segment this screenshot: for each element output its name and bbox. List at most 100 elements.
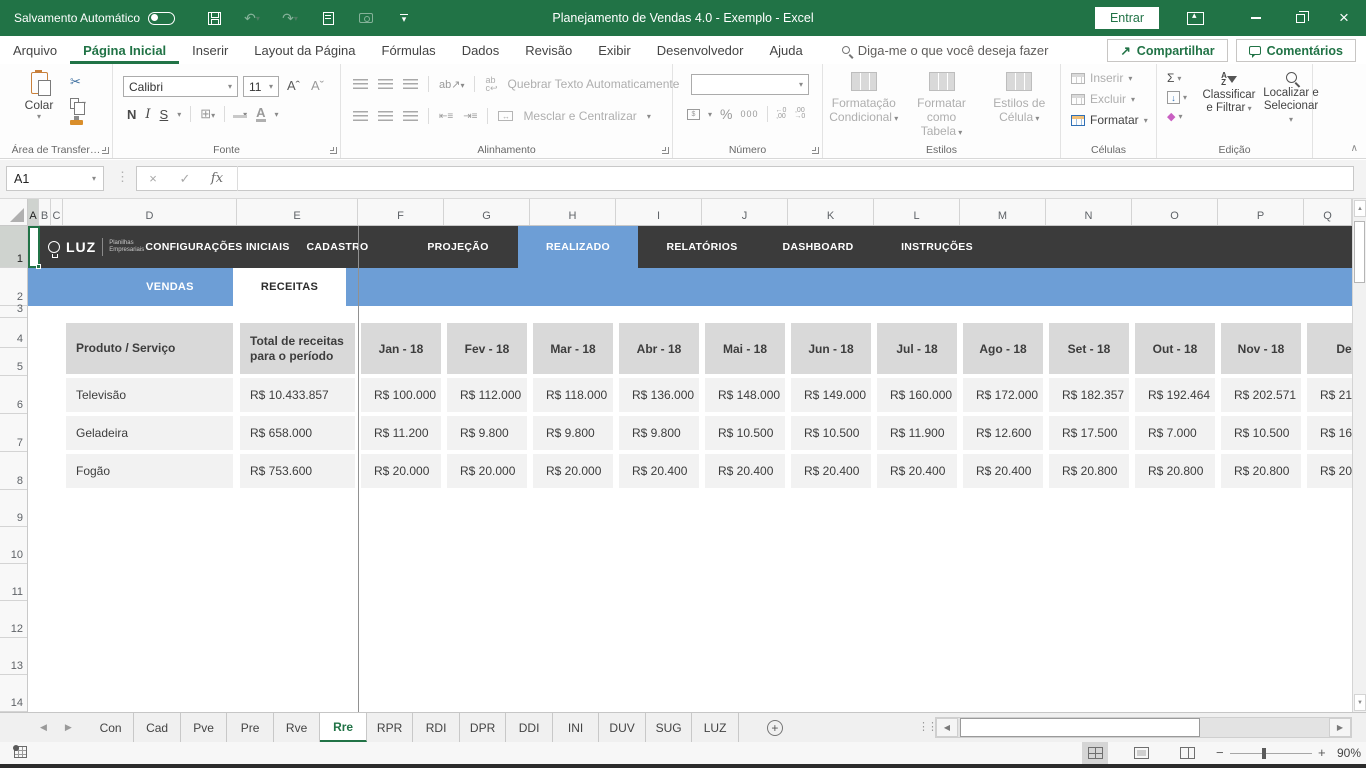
tab-arquivo[interactable]: Arquivo (0, 36, 70, 64)
cell-value[interactable]: R$ 9.800 (533, 416, 613, 450)
header-produto-servico[interactable]: Produto / Serviço (66, 323, 233, 374)
cell-value[interactable]: R$ 100.000 (361, 378, 441, 412)
macro-record-icon[interactable] (14, 746, 27, 758)
decrease-indent-icon[interactable]: ⇤≡ (439, 111, 453, 122)
sheet-nav-left-icon[interactable]: ◀ (40, 722, 47, 733)
tabbar-splitter[interactable]: ⋮⋮ (918, 720, 936, 733)
autosave-control[interactable]: Salvamento Automático (14, 0, 175, 36)
cell-total[interactable]: R$ 10.433.857 (240, 378, 355, 412)
header-month[interactable]: Fev - 18 (447, 323, 527, 374)
header-month[interactable]: Jun - 18 (791, 323, 871, 374)
col-header-n[interactable]: N (1046, 199, 1132, 225)
cell-value[interactable]: R$ 20.400 (619, 454, 699, 488)
subnav-receitas[interactable]: RECEITAS (233, 268, 346, 306)
cell-value[interactable]: R$ 136.000 (619, 378, 699, 412)
cell-total[interactable]: R$ 658.000 (240, 416, 355, 450)
col-header-q[interactable]: Q (1304, 199, 1352, 225)
col-header-g[interactable]: G (444, 199, 530, 225)
scroll-up-icon[interactable]: ▲ (1354, 200, 1366, 217)
cell-value[interactable]: R$ 20.800 (1221, 454, 1301, 488)
cell-value[interactable]: R$ 20.400 (963, 454, 1043, 488)
sheet-tab-pve[interactable]: Pve (181, 713, 228, 742)
vertical-scrollbar[interactable]: ▲ ▼ (1352, 199, 1366, 712)
borders-icon[interactable]: ⊞▾ (200, 106, 215, 122)
row-header-13[interactable]: 13 (0, 638, 27, 675)
insert-function-icon[interactable]: fx (201, 171, 233, 186)
scroll-left-icon[interactable]: ◀ (936, 718, 958, 737)
merge-center-icon[interactable]: ↔ (498, 111, 513, 121)
wrap-text-icon[interactable]: abc↩ (485, 76, 497, 92)
font-name-select[interactable]: Calibri▾ (123, 76, 238, 97)
cell-value[interactable]: R$ 20.400 (791, 454, 871, 488)
scroll-right-icon[interactable]: ▶ (1329, 718, 1351, 737)
italic-button[interactable]: I (145, 107, 150, 122)
font-dialog-launcher[interactable] (330, 147, 337, 154)
cell-value[interactable]: R$ 20. (1307, 454, 1352, 488)
align-center-icon[interactable] (378, 111, 393, 121)
save-icon[interactable] (205, 9, 223, 27)
active-cell-a1[interactable] (28, 226, 40, 268)
nav-instrucoes[interactable]: INSTRUÇÕES (880, 226, 994, 268)
tab-formulas[interactable]: Fórmulas (369, 36, 449, 64)
sheet-tab-ddi[interactable]: DDI (506, 713, 553, 742)
clipboard-dialog-launcher[interactable] (102, 147, 109, 154)
cell-value[interactable]: R$ 20.400 (877, 454, 957, 488)
align-middle-icon[interactable] (378, 79, 393, 89)
tab-inserir[interactable]: Inserir (179, 36, 241, 64)
ribbon-display-options-icon[interactable] (1187, 12, 1204, 25)
copy-button[interactable]: ▾ (70, 98, 86, 109)
cell-value[interactable]: R$ 10.500 (1221, 416, 1301, 450)
sheet-tab-rpr[interactable]: RPR (367, 713, 414, 742)
increase-decimal-icon[interactable]: ←0,00 (776, 108, 787, 120)
col-header-o[interactable]: O (1132, 199, 1218, 225)
format-cells-button[interactable]: Formatar▾ (1071, 113, 1148, 127)
tab-pagina-inicial[interactable]: Página Inicial (70, 36, 179, 64)
header-month[interactable]: Jul - 18 (877, 323, 957, 374)
row-header-4[interactable]: 4 (0, 318, 27, 348)
new-sheet-icon[interactable]: + (767, 720, 783, 736)
cell-value[interactable]: R$ 9.800 (619, 416, 699, 450)
tab-layout-da-pagina[interactable]: Layout da Página (241, 36, 368, 64)
cell-value[interactable]: R$ 7.000 (1135, 416, 1215, 450)
tab-revisao[interactable]: Revisão (512, 36, 585, 64)
tell-me-search[interactable]: Diga-me o que você deseja fazer (842, 43, 1049, 58)
increase-indent-icon[interactable]: ⇥≡ (463, 111, 477, 122)
sheet-tab-pre[interactable]: Pre (227, 713, 274, 742)
tab-desenvolvedor[interactable]: Desenvolvedor (644, 36, 757, 64)
cell-value[interactable]: R$ 182.357 (1049, 378, 1129, 412)
row-header-8[interactable]: 8 (0, 452, 27, 490)
header-month[interactable]: Ago - 18 (963, 323, 1043, 374)
nav-configuracoes-iniciais[interactable]: CONFIGURAÇÕES INICIAIS (145, 226, 290, 268)
row-header-12[interactable]: 12 (0, 601, 27, 638)
minimize-button[interactable] (1234, 0, 1278, 36)
font-size-select[interactable]: 11▾ (243, 76, 279, 97)
col-header-d[interactable]: D (63, 199, 237, 225)
cell-value[interactable]: R$ 12.600 (963, 416, 1043, 450)
merge-center-label[interactable]: Mesclar e Centralizar (523, 109, 636, 123)
share-button[interactable]: ↗Compartilhar (1107, 39, 1227, 62)
col-header-h[interactable]: H (530, 199, 616, 225)
find-select-button[interactable]: Localizar eSelecionar ▾ (1261, 72, 1321, 126)
cell-value[interactable]: R$ 16. (1307, 416, 1352, 450)
select-all-corner[interactable] (0, 199, 28, 225)
cell-value[interactable]: R$ 10.500 (705, 416, 785, 450)
clear-button[interactable]: ◆▾ (1167, 110, 1187, 123)
cell-product[interactable]: Geladeira (66, 416, 233, 450)
col-header-p[interactable]: P (1218, 199, 1304, 225)
accounting-format-icon[interactable]: $ (687, 109, 700, 120)
header-month[interactable]: Abr - 18 (619, 323, 699, 374)
col-header-l[interactable]: L (874, 199, 960, 225)
format-painter-icon[interactable] (70, 120, 83, 125)
header-total-receitas[interactable]: Total de receitas para o período (240, 323, 355, 374)
col-header-i[interactable]: I (616, 199, 702, 225)
cell-value[interactable]: R$ 20.400 (705, 454, 785, 488)
header-month[interactable]: Nov - 18 (1221, 323, 1301, 374)
col-header-k[interactable]: K (788, 199, 874, 225)
cell-value[interactable]: R$ 10.500 (791, 416, 871, 450)
col-header-b[interactable]: B (39, 199, 51, 225)
percent-style-icon[interactable]: % (720, 106, 732, 122)
insert-cells-button[interactable]: Inserir▾ (1071, 71, 1148, 85)
fill-button[interactable]: ↓▾ (1167, 91, 1187, 104)
increase-font-icon[interactable]: Aˆ (287, 78, 300, 93)
comments-button[interactable]: Comentários (1236, 39, 1356, 62)
